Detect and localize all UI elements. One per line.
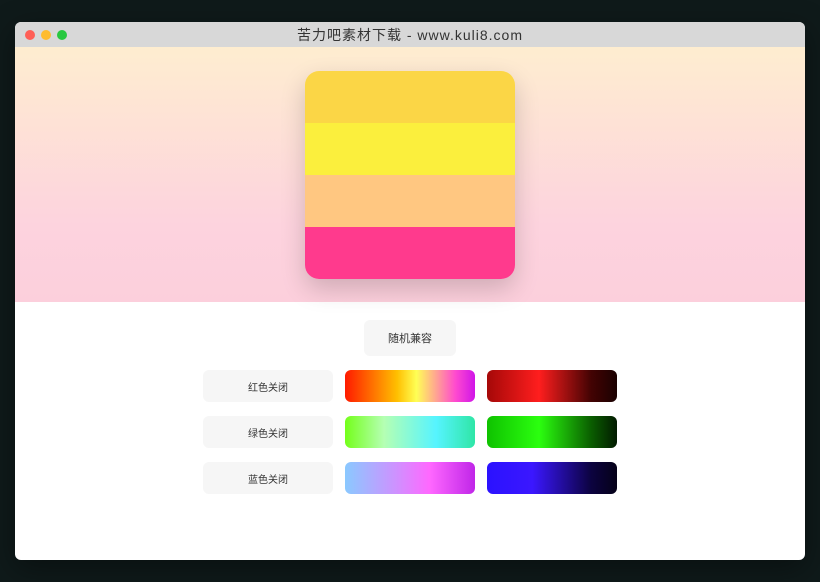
content-area: 随机兼容 红色关闭 绿色关闭 蓝色关闭 <box>15 47 805 560</box>
row-blue: 蓝色关闭 <box>203 462 617 494</box>
stripe-3 <box>305 175 515 227</box>
browser-window: 苦力吧素材下载 - www.kuli8.com 随机兼容 红色关闭 绿色关闭 <box>15 22 805 560</box>
toggle-red-button[interactable]: 红色关闭 <box>203 370 333 402</box>
stripe-2 <box>305 123 515 175</box>
red-dark-swatch[interactable] <box>487 370 617 402</box>
green-dark-swatch[interactable] <box>487 416 617 448</box>
preview-area <box>15 47 805 302</box>
window-title: 苦力吧素材下载 - www.kuli8.com <box>15 25 805 45</box>
random-button[interactable]: 随机兼容 <box>364 320 456 356</box>
red-light-swatch[interactable] <box>345 370 475 402</box>
blue-light-swatch[interactable] <box>345 462 475 494</box>
stripe-1 <box>305 71 515 123</box>
toggle-green-button[interactable]: 绿色关闭 <box>203 416 333 448</box>
stripe-4 <box>305 227 515 279</box>
toggle-blue-button[interactable]: 蓝色关闭 <box>203 462 333 494</box>
green-light-swatch[interactable] <box>345 416 475 448</box>
controls-panel: 随机兼容 红色关闭 绿色关闭 蓝色关闭 <box>15 302 805 560</box>
titlebar: 苦力吧素材下载 - www.kuli8.com <box>15 22 805 47</box>
minimize-icon[interactable] <box>41 30 51 40</box>
blue-dark-swatch[interactable] <box>487 462 617 494</box>
row-red: 红色关闭 <box>203 370 617 402</box>
row-green: 绿色关闭 <box>203 416 617 448</box>
close-icon[interactable] <box>25 30 35 40</box>
maximize-icon[interactable] <box>57 30 67 40</box>
preview-card <box>305 71 515 279</box>
window-controls <box>25 30 67 40</box>
